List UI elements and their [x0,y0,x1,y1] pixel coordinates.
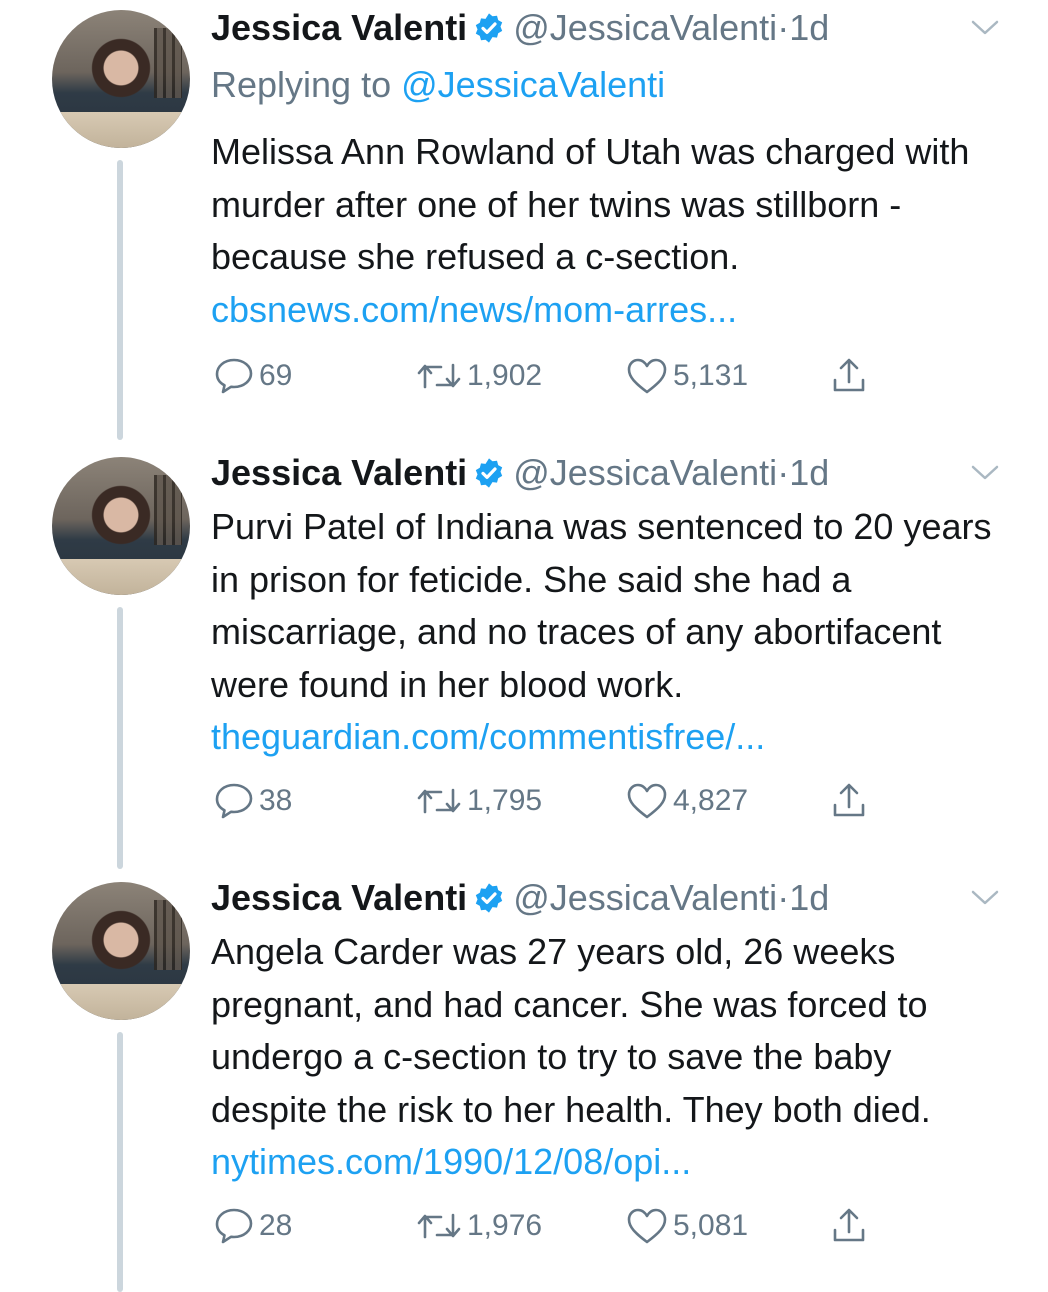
tweet-text: Purvi Patel of Indiana was sentenced to … [211,501,1001,764]
tweet-body: Angela Carder was 27 years old, 26 weeks… [211,931,931,1130]
share-icon [833,1208,865,1242]
retweet-count: 1,976 [467,1209,543,1242]
avatar[interactable] [52,10,190,148]
share-button[interactable] [829,356,869,396]
like-icon [627,358,667,394]
retweet-count: 1,902 [467,359,543,392]
thread-line [117,160,123,440]
like-icon [627,1208,667,1244]
tweet-2[interactable]: Jessica Valenti @JessicaValenti·1d Purvi … [0,445,1048,875]
like-count: 4,827 [673,784,749,817]
tweet-body: Melissa Ann Rowland of Utah was charged … [211,131,970,277]
verified-badge-icon [475,458,503,488]
reply-icon [215,358,253,394]
tweet-link[interactable]: theguardian.com/commentisfree/... [211,716,765,757]
tweet-link[interactable]: nytimes.com/1990/12/08/opi... [211,1141,691,1182]
retweet-button[interactable]: 1,902 [415,356,542,396]
reply-count: 38 [259,784,293,817]
retweet-button[interactable]: 1,976 [415,1206,542,1246]
author-handle[interactable]: @JessicaValenti [513,7,777,48]
tweet-time[interactable]: 1d [789,452,829,493]
chevron-down-icon[interactable] [970,18,1000,38]
replying-to: Replying to @JessicaValenti [211,64,665,106]
retweet-icon [417,363,461,389]
tweet-actions: 69 1,902 5,131 [211,356,1011,396]
reply-icon [215,783,253,819]
tweet-time[interactable]: 1d [789,877,829,918]
tweet-time[interactable]: 1d [789,7,829,48]
verified-badge-icon [475,883,503,913]
tweet-body: Purvi Patel of Indiana was sentenced to … [211,506,992,705]
retweet-count: 1,795 [467,784,543,817]
avatar[interactable] [52,882,190,1020]
tweet-header: Jessica Valenti @JessicaValenti·1d [211,878,1008,918]
tweet-header: Jessica Valenti @JessicaValenti·1d [211,8,1008,48]
tweet-actions: 28 1,976 5,081 [211,1206,1011,1246]
tweet-text: Angela Carder was 27 years old, 26 weeks… [211,926,1001,1189]
replying-to-link[interactable]: @JessicaValenti [401,64,665,105]
like-button[interactable]: 4,827 [625,781,748,821]
author-name[interactable]: Jessica Valenti [211,877,467,918]
chevron-down-icon[interactable] [970,888,1000,908]
separator-dot: · [777,452,790,493]
tweet-1[interactable]: Jessica Valenti @JessicaValenti·1d Replyi… [0,0,1048,450]
tweet-actions: 38 1,795 4,827 [211,781,1011,821]
author-handle[interactable]: @JessicaValenti [513,877,777,918]
verified-badge-icon [475,13,503,43]
reply-count: 69 [259,359,293,392]
share-icon [833,358,865,392]
reply-button[interactable]: 28 [213,1206,292,1246]
reply-icon [215,1208,253,1244]
like-count: 5,081 [673,1209,749,1242]
tweet-link[interactable]: cbsnews.com/news/mom-arres... [211,289,737,330]
like-count: 5,131 [673,359,749,392]
like-icon [627,783,667,819]
thread-line [117,607,123,869]
retweet-icon [417,788,461,814]
author-handle[interactable]: @JessicaValenti [513,452,777,493]
share-button[interactable] [829,1206,869,1246]
reply-count: 28 [259,1209,293,1242]
share-button[interactable] [829,781,869,821]
tweet-header: Jessica Valenti @JessicaValenti·1d [211,453,1008,493]
retweet-icon [417,1213,461,1239]
reply-button[interactable]: 69 [213,356,292,396]
author-name[interactable]: Jessica Valenti [211,452,467,493]
tweet-3[interactable]: Jessica Valenti @JessicaValenti·1d Angela… [0,870,1048,1292]
like-button[interactable]: 5,131 [625,356,748,396]
thread-line [117,1032,123,1292]
share-icon [833,783,865,817]
chevron-down-icon[interactable] [970,463,1000,483]
like-button[interactable]: 5,081 [625,1206,748,1246]
retweet-button[interactable]: 1,795 [415,781,542,821]
separator-dot: · [777,877,790,918]
tweet-text: Melissa Ann Rowland of Utah was charged … [211,126,1001,336]
avatar[interactable] [52,457,190,595]
separator-dot: · [777,7,790,48]
author-name[interactable]: Jessica Valenti [211,7,467,48]
reply-button[interactable]: 38 [213,781,292,821]
replying-label: Replying to [211,64,392,105]
